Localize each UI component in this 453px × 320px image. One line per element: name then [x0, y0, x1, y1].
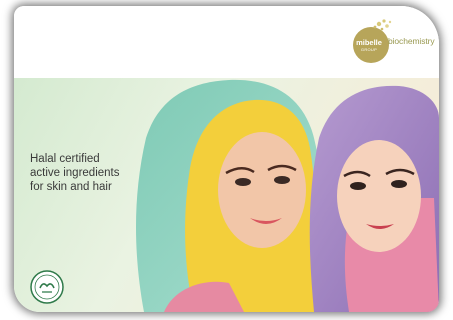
hero-banner	[14, 78, 439, 312]
brochure-card: mibelle GROUP biochemistry Halal certifi…	[14, 6, 439, 312]
logo-sub: GROUP	[360, 47, 378, 52]
logo-word: mibelle	[356, 38, 382, 47]
tagline-line-2: active ingredients	[30, 167, 120, 179]
tagline: Halal certified active ingredients for s…	[30, 152, 170, 194]
tagline-line-3: for skin and hair	[30, 181, 112, 193]
hero-illustration	[14, 78, 439, 312]
brand-division: biochemistry	[388, 36, 435, 46]
tagline-line-1: Halal certified	[30, 153, 100, 165]
halal-badge-icon	[30, 270, 64, 304]
